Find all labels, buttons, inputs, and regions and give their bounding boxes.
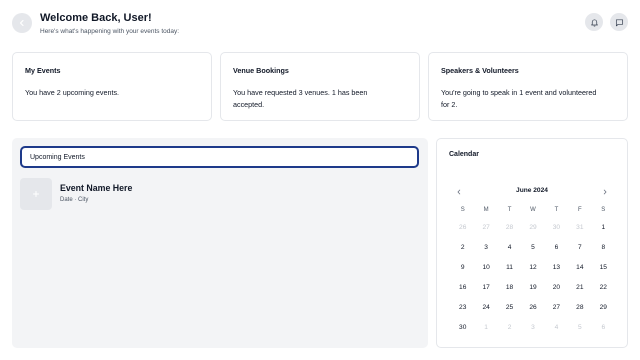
- calendar-week-row: 16 17 18 19 20 21 22: [451, 277, 615, 297]
- calendar-day[interactable]: 12: [521, 264, 544, 271]
- chevron-right-icon: [603, 189, 607, 195]
- card-speakers-volunteers[interactable]: Speakers & Volunteers You're going to sp…: [428, 52, 628, 121]
- calendar-day[interactable]: 27: [474, 224, 497, 231]
- card-my-events[interactable]: My Events You have 2 upcoming events.: [12, 52, 212, 121]
- event-meta: Date · City: [60, 197, 89, 203]
- calendar-week-row: 26 27 28 29 30 31 1: [451, 217, 615, 237]
- calendar-day[interactable]: 14: [568, 264, 591, 271]
- calendar-day[interactable]: 1: [474, 324, 497, 331]
- calendar-day[interactable]: 4: [498, 244, 521, 251]
- upcoming-events-tab[interactable]: Upcoming Events: [20, 146, 419, 168]
- header: Welcome Back, User! Here's what's happen…: [12, 10, 628, 40]
- upcoming-events-label: Upcoming Events: [30, 153, 85, 161]
- calendar-grid: S M T W T F S 26 27 28 29 30 31 1 2 3 4 5 6 7 8 9 10 11 1…: [451, 203, 615, 337]
- calendar-day[interactable]: 6: [592, 324, 615, 331]
- calendar-day[interactable]: 20: [545, 284, 568, 291]
- calendar-day[interactable]: 10: [474, 264, 497, 271]
- weekday-label: W: [530, 207, 536, 213]
- calendar-day[interactable]: 24: [474, 304, 497, 311]
- calendar-day[interactable]: 17: [474, 284, 497, 291]
- calendar-day[interactable]: 16: [451, 284, 474, 291]
- weekday-label: T: [554, 207, 559, 213]
- calendar-day[interactable]: 30: [451, 324, 474, 331]
- calendar-day[interactable]: 2: [498, 324, 521, 331]
- calendar-day[interactable]: 29: [521, 224, 544, 231]
- weekday-label: M: [483, 207, 489, 213]
- calendar-week-row: 2345678: [451, 237, 615, 257]
- calendar-day[interactable]: 22: [592, 284, 615, 291]
- weekday-label: T: [507, 207, 512, 213]
- calendar-day[interactable]: 25: [498, 304, 521, 311]
- calendar-day[interactable]: 18: [498, 284, 521, 291]
- calendar-day[interactable]: 19: [521, 284, 544, 291]
- card-body: You're going to speak in 1 event and vol…: [441, 88, 597, 109]
- calendar-day[interactable]: 23: [451, 304, 474, 311]
- calendar-day[interactable]: 29: [592, 304, 615, 311]
- calendar-day[interactable]: 3: [521, 324, 544, 331]
- calendar-day[interactable]: 3: [474, 244, 497, 251]
- calendar-day[interactable]: 28: [568, 304, 591, 311]
- calendar-day[interactable]: 27: [545, 304, 568, 311]
- calendar-day[interactable]: 1: [592, 224, 615, 231]
- weekday-label: S: [460, 207, 465, 213]
- events-panel: Upcoming Events Event Name Here Date · C…: [12, 138, 428, 348]
- chat-icon: [615, 18, 623, 26]
- event-name[interactable]: Event Name Here: [60, 183, 132, 193]
- chevron-left-icon: [19, 19, 24, 27]
- calendar-day[interactable]: 11: [498, 264, 521, 271]
- plus-icon: [33, 191, 39, 197]
- calendar-day[interactable]: 5: [568, 324, 591, 331]
- calendar-day[interactable]: 30: [545, 224, 568, 231]
- card-title: Speakers & Volunteers: [441, 66, 519, 75]
- card-venue-bookings[interactable]: Venue Bookings You have requested 3 venu…: [220, 52, 420, 121]
- calendar-day[interactable]: 6: [545, 244, 568, 251]
- card-body: You have requested 3 venues. 1 has been …: [233, 88, 368, 109]
- card-title: Venue Bookings: [233, 66, 289, 75]
- calendar-day[interactable]: 26: [521, 304, 544, 311]
- weekday-label: F: [578, 207, 582, 213]
- weekday-row: S M T W T F S: [451, 203, 615, 217]
- calendar-day[interactable]: 5: [521, 244, 544, 251]
- calendar-day[interactable]: 21: [568, 284, 591, 291]
- event-thumbnail[interactable]: [20, 178, 52, 210]
- card-title: My Events: [25, 66, 61, 75]
- calendar-day[interactable]: 2: [451, 244, 474, 251]
- calendar-day[interactable]: 8: [592, 244, 615, 251]
- back-button[interactable]: [12, 13, 32, 33]
- calendar-day[interactable]: 31: [568, 224, 591, 231]
- calendar-week-row: 9 10 11 12 13 14 15: [451, 257, 615, 277]
- calendar-day[interactable]: 7: [568, 244, 591, 251]
- calendar-week-row: 30 1 2 3 4 5 6: [451, 317, 615, 337]
- calendar-panel: Calendar June 2024 S M T W T F S 26 27 28 2…: [436, 138, 628, 348]
- next-month-button[interactable]: [599, 186, 611, 198]
- calendar-day[interactable]: 26: [451, 224, 474, 231]
- calendar-week-row: 23 24 25 26 27 28 29: [451, 297, 615, 317]
- page-subtitle: Here's what's happening with your events…: [40, 28, 180, 35]
- weekday-label: S: [601, 207, 606, 213]
- calendar-day[interactable]: 4: [545, 324, 568, 331]
- calendar-day[interactable]: 9: [451, 264, 474, 271]
- bell-icon: [590, 18, 598, 27]
- page-title: Welcome Back, User!: [40, 12, 152, 24]
- notifications-button[interactable]: [585, 13, 603, 31]
- calendar-day[interactable]: 28: [498, 224, 521, 231]
- card-body: You have 2 upcoming events.: [25, 88, 120, 97]
- calendar-title: Calendar: [449, 151, 479, 158]
- calendar-day[interactable]: 15: [592, 264, 615, 271]
- calendar-weeks: 26 27 28 29 30 31 1 2 3 4 5 6 7 8 9 10 11 12 13 14 15 16 17 18 1…: [451, 217, 615, 337]
- dashboard-page: Welcome Back, User! Here's what's happen…: [0, 0, 640, 360]
- messages-button[interactable]: [610, 13, 628, 31]
- calendar-day[interactable]: 13: [545, 264, 568, 271]
